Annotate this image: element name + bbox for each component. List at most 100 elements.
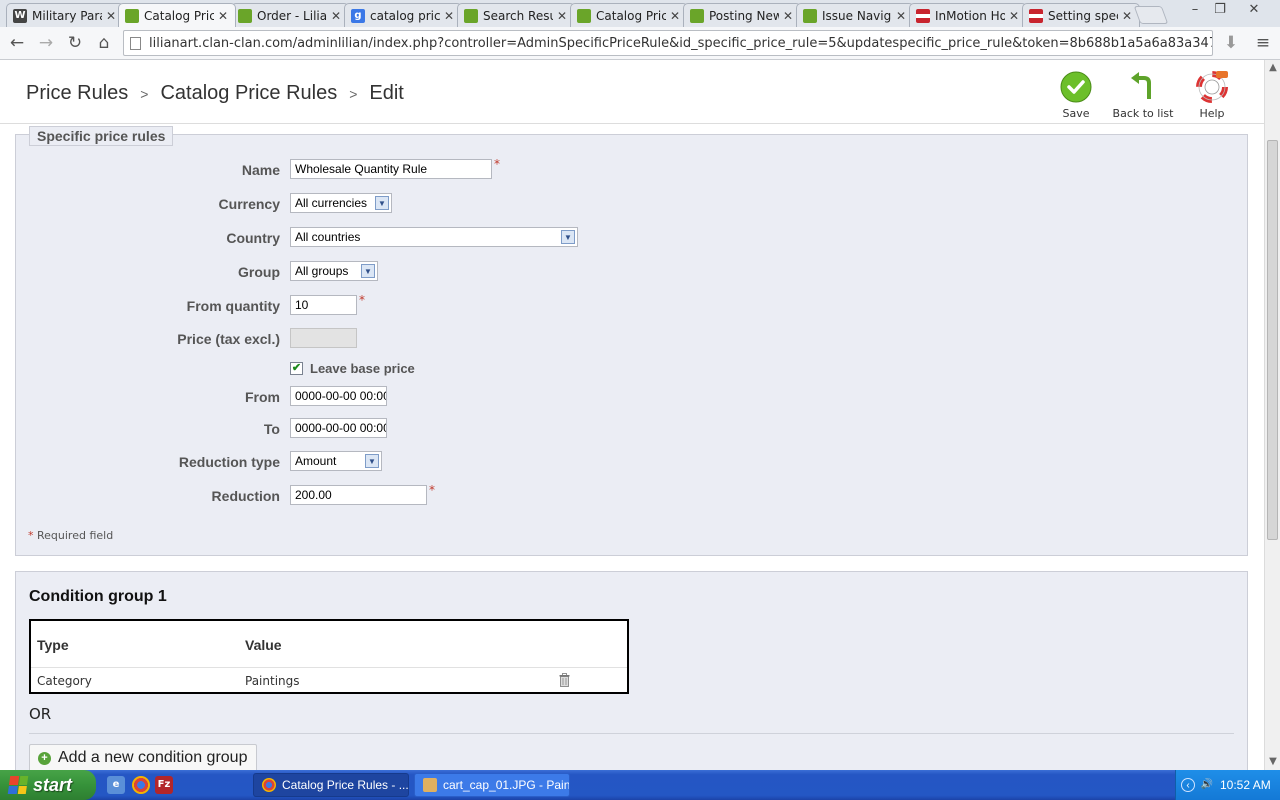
browser-tab[interactable]: Catalog Pric ✕ [570, 3, 688, 27]
reduction-type-select[interactable]: Amount ▼ [290, 451, 382, 471]
close-icon[interactable]: ✕ [443, 9, 455, 23]
address-bar[interactable]: lilianart.clan-clan.com/adminlilian/inde… [123, 30, 1213, 56]
chevron-down-icon: ▼ [375, 196, 389, 210]
condition-value-cell: Paintings [245, 674, 300, 688]
from-quantity-label: From quantity [186, 298, 280, 314]
page-scrollbar[interactable]: ▲ ▼ [1264, 60, 1280, 770]
filezilla-icon[interactable]: Fz [155, 776, 173, 794]
reload-icon[interactable]: ↻ [64, 32, 86, 54]
close-icon[interactable]: ✕ [105, 9, 117, 23]
country-select[interactable]: All countries ▼ [290, 227, 578, 247]
country-label: Country [226, 230, 280, 246]
browser-tab[interactable]: InMotion Ho ✕ [909, 3, 1027, 27]
help-button[interactable]: Help [1177, 70, 1247, 120]
required-star: * [359, 293, 365, 307]
menu-icon[interactable]: ≡ [1252, 32, 1274, 54]
browser-tab[interactable]: Posting New ✕ [683, 3, 801, 27]
currency-label: Currency [218, 196, 280, 212]
window-close-icon[interactable]: ✕ [1243, 2, 1265, 18]
taskbar-item-label: cart_cap_01.JPG - Paint [443, 778, 570, 792]
column-header-type: Type [37, 637, 69, 653]
price-label: Price (tax excl.) [177, 331, 280, 347]
browser-tab[interactable]: Search Resu ✕ [457, 3, 575, 27]
home-icon[interactable]: ⌂ [93, 32, 115, 54]
tab-label: Issue Naviga [822, 8, 892, 23]
minimize-icon[interactable]: – [1184, 2, 1206, 18]
browser-tab[interactable]: Order - Lilian ✕ [231, 3, 349, 27]
chevron-right-icon: > [349, 85, 358, 102]
breadcrumb-item[interactable]: Catalog Price Rules [160, 82, 337, 105]
close-icon[interactable]: ✕ [556, 9, 568, 23]
reduction-row: Reduction 200.00 * [16, 483, 716, 507]
close-icon[interactable]: ✕ [1121, 9, 1133, 23]
browser-tab[interactable]: W Military Para ✕ [6, 3, 124, 27]
back-arrow-icon[interactable]: ← [6, 32, 28, 54]
page-viewport: Price Rules > Catalog Price Rules > Edit… [0, 60, 1264, 770]
panel-legend: Specific price rules [29, 126, 174, 146]
group-select[interactable]: All groups ▼ [290, 261, 378, 281]
checkmark-icon[interactable]: ✔ [290, 362, 303, 375]
scrollbar-thumb[interactable] [1267, 140, 1278, 540]
ie-icon[interactable]: e [107, 776, 125, 794]
condition-group-title: Condition group 1 [29, 588, 167, 605]
chevron-left-icon[interactable]: ‹ [1181, 778, 1195, 792]
browser-tab[interactable]: g catalog price ✕ [344, 3, 462, 27]
inmotion-icon [916, 8, 930, 23]
scroll-down-icon[interactable]: ▼ [1265, 754, 1280, 770]
system-tray: ‹ 🔊 10:52 AM [1175, 770, 1280, 800]
close-icon[interactable]: ✕ [217, 9, 229, 23]
tab-label: Catalog Pric [596, 8, 666, 23]
chevron-right-icon: > [140, 85, 149, 102]
download-icon[interactable]: ⬇ [1220, 32, 1242, 54]
add-condition-group-button[interactable]: + Add a new condition group [29, 744, 258, 770]
country-row: Country All countries ▼ [16, 227, 716, 249]
browser-tab[interactable]: Setting spec ✕ [1022, 3, 1140, 27]
price-input[interactable] [290, 328, 357, 348]
currency-select[interactable]: All currencies ▼ [290, 193, 392, 213]
tab-label: Order - Lilian [257, 8, 327, 23]
price-row: Price (tax excl.) [16, 328, 716, 350]
taskbar-item-chrome[interactable]: Catalog Price Rules - ... [253, 773, 409, 797]
to-date-input[interactable]: 0000-00-00 00:00 [290, 418, 387, 438]
browser-tab-active[interactable]: Catalog Pric ✕ [118, 3, 236, 27]
save-button[interactable]: Save [1041, 70, 1111, 120]
forward-arrow-icon[interactable]: → [35, 32, 57, 54]
close-icon[interactable]: ✕ [330, 9, 342, 23]
breadcrumb-item[interactable]: Price Rules [26, 82, 128, 105]
scroll-up-icon[interactable]: ▲ [1265, 60, 1280, 76]
chevron-down-icon: ▼ [365, 454, 379, 468]
condition-group-panel: Condition group 1 Type Value Category Pa… [15, 571, 1248, 770]
table-row: Category Paintings [31, 667, 627, 692]
condition-type-cell: Category [37, 674, 92, 688]
new-tab-button[interactable] [1133, 6, 1169, 24]
add-group-label: Add a new condition group [58, 749, 248, 766]
close-icon[interactable]: ✕ [669, 9, 681, 23]
group-row: Group All groups ▼ [16, 261, 716, 283]
url-text: lilianart.clan-clan.com/adminlilian/inde… [149, 35, 1213, 51]
close-icon[interactable]: ✕ [895, 9, 907, 23]
trash-icon[interactable] [559, 673, 570, 687]
tab-label: Military Para [32, 8, 102, 23]
reduction-input[interactable]: 200.00 [290, 485, 427, 505]
taskbar-item-paint[interactable]: cart_cap_01.JPG - Paint [414, 773, 570, 797]
start-button[interactable]: start [0, 770, 96, 800]
prestashop-icon [690, 8, 704, 23]
close-icon[interactable]: ✕ [782, 9, 794, 23]
restore-icon[interactable]: ❐ [1209, 2, 1231, 18]
browser-tab[interactable]: Issue Naviga ✕ [796, 3, 914, 27]
prestashop-icon [803, 8, 817, 23]
required-field-note: * Required field [28, 529, 113, 542]
from-quantity-input[interactable]: 10 [290, 295, 357, 315]
chrome-icon[interactable] [132, 776, 150, 794]
lifebuoy-icon [1195, 70, 1229, 104]
name-input[interactable]: Wholesale Quantity Rule [290, 159, 492, 179]
tab-label: Search Resu [483, 8, 553, 23]
speaker-icon[interactable]: 🔊 [1200, 778, 1214, 792]
from-date-input[interactable]: 0000-00-00 00:00 [290, 386, 387, 406]
to-date-label: To [263, 421, 280, 437]
leave-base-price-checkbox[interactable]: ✔ Leave base price [290, 361, 415, 376]
tab-label: Setting spec [1048, 8, 1118, 23]
back-to-list-button[interactable]: Back to list [1108, 70, 1178, 120]
close-icon[interactable]: ✕ [1008, 9, 1020, 23]
tab-label: catalog price [370, 8, 440, 23]
